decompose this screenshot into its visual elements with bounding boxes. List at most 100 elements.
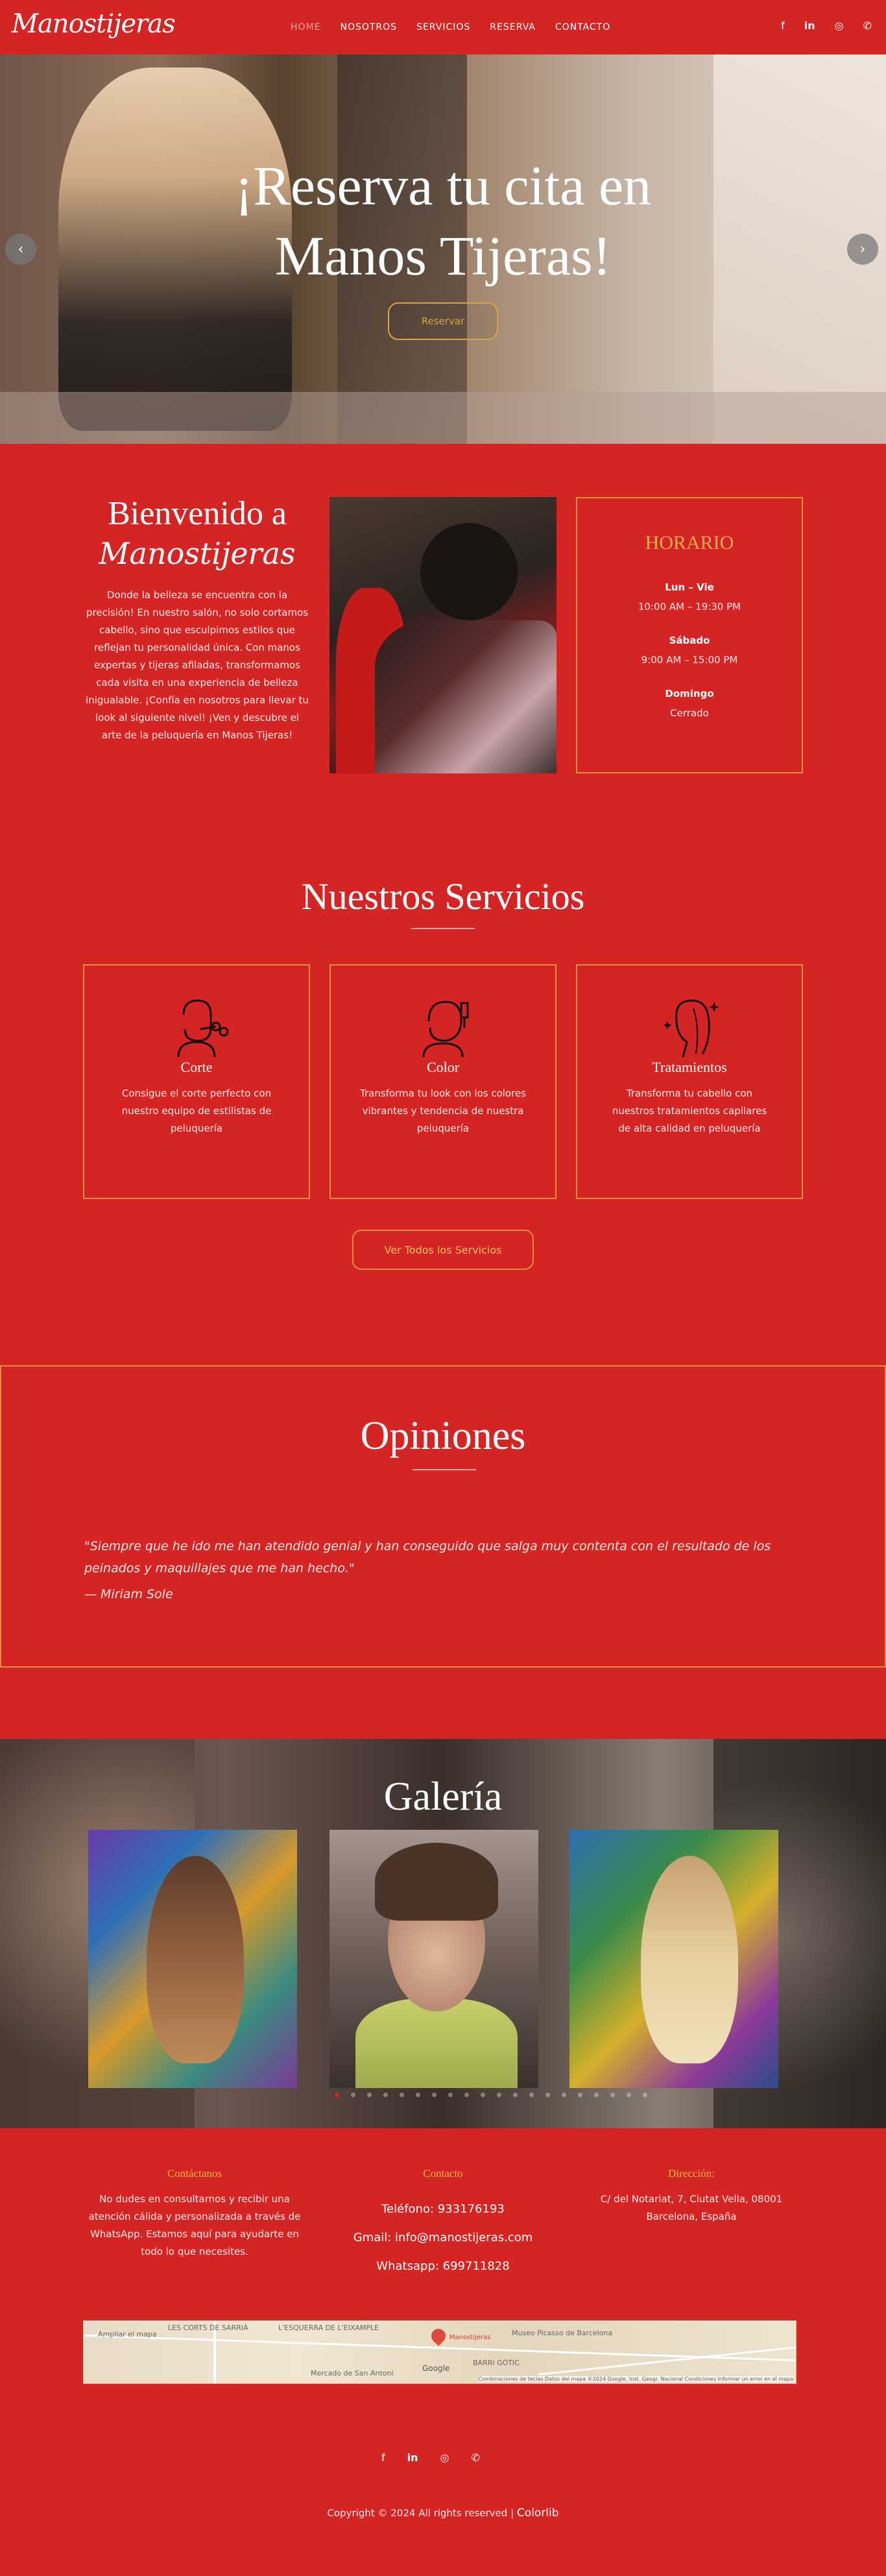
address-text: C/ del Notariat, 7, Ciutat Vella, 08001 … bbox=[600, 2193, 783, 2222]
map-label: Manostijeras bbox=[449, 2334, 491, 2341]
map-pin-icon[interactable] bbox=[428, 2326, 449, 2346]
gallery-dot[interactable] bbox=[610, 2093, 615, 2097]
phone-line[interactable]: Teléfono: 933176193 bbox=[326, 2200, 560, 2219]
instagram-icon[interactable]: ◎ bbox=[440, 2451, 449, 2464]
gallery-dot[interactable] bbox=[432, 2093, 437, 2097]
contact-info-title: Contacto bbox=[423, 2167, 463, 2180]
next-slide-button[interactable]: › bbox=[847, 234, 878, 265]
service-description: Transforma tu look con los colores vibra… bbox=[360, 1088, 526, 1134]
chevron-right-icon: › bbox=[859, 241, 866, 258]
reserve-button[interactable]: Reservar bbox=[388, 302, 498, 340]
instagram-icon[interactable]: ◎ bbox=[835, 19, 844, 32]
gallery-dot[interactable] bbox=[594, 2093, 599, 2097]
whatsapp-line[interactable]: Whatsapp: 699711828 bbox=[326, 2257, 560, 2276]
hero-title: ¡Reserva tu cita en Manos Tijeras! bbox=[162, 151, 724, 291]
gallery-image[interactable] bbox=[329, 1830, 538, 2088]
service-description: Transforma tu cabello con nuestros trata… bbox=[612, 1088, 767, 1134]
gallery-image[interactable] bbox=[569, 1830, 778, 2088]
welcome-section: Bienvenido a Manostijeras Donde la belle… bbox=[0, 444, 886, 807]
map-label: LES CORTS DE SARRIÀ bbox=[168, 2324, 248, 2332]
prev-slide-button[interactable]: ‹ bbox=[5, 234, 36, 265]
contact-us-column: Contáctanos No dudes en consultarnos y r… bbox=[78, 2167, 311, 2261]
gallery-dot[interactable] bbox=[351, 2093, 355, 2097]
nav-servicios[interactable]: SERVICIOS bbox=[416, 22, 470, 32]
opening-hours-card: HORARIO Lun – Vie 10:00 AM – 19:30 PM Sá… bbox=[576, 497, 803, 773]
welcome-text-block: Bienvenido a Manostijeras Donde la belle… bbox=[84, 494, 310, 744]
whatsapp-label: Whatsapp: bbox=[376, 2259, 439, 2273]
whatsapp-value: 699711828 bbox=[442, 2259, 510, 2273]
testimonial-author: — Miriam Sole bbox=[84, 1587, 173, 1601]
gallery-dot[interactable] bbox=[497, 2093, 501, 2097]
testimonial-quote: "Siempre que he ido me han atendido geni… bbox=[84, 1539, 771, 1575]
hours-time: Cerrado bbox=[670, 707, 709, 719]
hours-day: Domingo bbox=[665, 688, 714, 699]
gallery-dot[interactable] bbox=[367, 2093, 372, 2097]
gallery-dot[interactable] bbox=[643, 2093, 647, 2097]
main-nav: HOME NOSOTROS SERVICIOS RESERVA CONTACTO bbox=[291, 22, 610, 32]
colorlib-link[interactable]: Colorlib bbox=[517, 2507, 559, 2520]
hours-title: HORARIO bbox=[645, 532, 734, 553]
gallery-dot[interactable] bbox=[464, 2093, 469, 2097]
gallery-dot[interactable] bbox=[627, 2093, 631, 2097]
linkedin-icon[interactable]: in bbox=[407, 2451, 418, 2464]
service-name: Color bbox=[426, 1059, 460, 1075]
gallery-dot[interactable] bbox=[416, 2093, 420, 2097]
view-all-services-button[interactable]: Ver Todos los Servicios bbox=[352, 1230, 534, 1270]
services-title-underline bbox=[411, 928, 475, 929]
gallery-pagination bbox=[335, 2093, 647, 2097]
email-line[interactable]: Gmail: info@manostijeras.com bbox=[326, 2228, 560, 2248]
hair-color-icon bbox=[422, 1001, 469, 1058]
gallery-dot[interactable] bbox=[545, 2093, 550, 2097]
contact-us-text: No dudes en consultarnos y recibir una a… bbox=[88, 2193, 301, 2257]
service-name: Corte bbox=[180, 1059, 213, 1075]
contact-us-title: Contáctanos bbox=[167, 2167, 222, 2180]
whatsapp-icon[interactable]: ✆ bbox=[471, 2451, 479, 2464]
gallery-dot[interactable] bbox=[562, 2093, 566, 2097]
copyright-text: Copyright © 2024 All rights reserved | bbox=[327, 2507, 514, 2519]
service-card-corte[interactable]: Corte Consigue el corte perfecto con nue… bbox=[83, 964, 310, 1199]
service-description: Consigue el corte perfecto con nuestro e… bbox=[121, 1088, 272, 1134]
nav-contacto[interactable]: CONTACTO bbox=[555, 22, 610, 32]
facebook-icon[interactable]: f bbox=[381, 2451, 385, 2464]
gallery-image[interactable] bbox=[88, 1830, 297, 2088]
hours-day: Sábado bbox=[669, 635, 710, 646]
address-column: Dirección: C/ del Notariat, 7, Ciutat Ve… bbox=[575, 2167, 808, 2226]
gallery-dot[interactable] bbox=[400, 2093, 404, 2097]
welcome-signature: Manostijeras bbox=[99, 536, 296, 571]
map-label: Museo Picasso de Barcelona bbox=[512, 2329, 613, 2337]
whatsapp-icon[interactable]: ✆ bbox=[863, 19, 872, 32]
chevron-left-icon: ‹ bbox=[18, 241, 24, 258]
service-card-tratamientos[interactable]: Tratamientos Transforma tu cabello con n… bbox=[576, 964, 803, 1199]
linkedin-icon[interactable]: in bbox=[804, 19, 815, 32]
hero-title-line1: ¡Reserva tu cita en bbox=[234, 154, 652, 217]
nav-nosotros[interactable]: NOSOTROS bbox=[340, 22, 397, 32]
nav-home[interactable]: HOME bbox=[291, 22, 320, 32]
logo[interactable]: Manostijeras bbox=[12, 9, 176, 39]
hours-day: Lun – Vie bbox=[665, 581, 714, 593]
address-title: Dirección: bbox=[668, 2167, 715, 2180]
nav-reserva[interactable]: RESERVA bbox=[490, 22, 536, 32]
hair-treatment-icon bbox=[664, 999, 719, 1058]
gallery-dot[interactable] bbox=[448, 2093, 453, 2097]
hours-time: 10:00 AM – 19:30 PM bbox=[638, 601, 741, 613]
welcome-title: Bienvenido a bbox=[108, 495, 287, 532]
gallery-dot[interactable] bbox=[481, 2093, 485, 2097]
gallery-dot[interactable] bbox=[578, 2093, 582, 2097]
gallery-dot[interactable] bbox=[335, 2093, 339, 2097]
service-card-color[interactable]: Color Transforma tu look con los colores… bbox=[329, 964, 557, 1199]
google-map[interactable]: Ampliar el mapa LES CORTS DE SARRIÀ L'ES… bbox=[83, 2320, 796, 2384]
gallery-section: Galería bbox=[0, 1739, 886, 2128]
map-attribution: Combinaciones de teclas Datos del mapa ©… bbox=[478, 2376, 793, 2382]
testimonials-title: Opiniones bbox=[360, 1414, 526, 1458]
welcome-description: Donde la belleza se encuentra con la pre… bbox=[86, 589, 309, 741]
contact-info-column: Contacto Teléfono: 933176193 Gmail: info… bbox=[326, 2167, 560, 2276]
map-enlarge-link[interactable]: Ampliar el mapa bbox=[98, 2330, 157, 2339]
phone-label: Teléfono: bbox=[381, 2202, 435, 2216]
gallery-dot[interactable] bbox=[383, 2093, 388, 2097]
gallery-dot[interactable] bbox=[513, 2093, 518, 2097]
haircut-icon bbox=[177, 999, 229, 1058]
email-label: Gmail: bbox=[353, 2231, 392, 2244]
facebook-icon[interactable]: f bbox=[781, 19, 785, 32]
hero-title-line2: Manos Tijeras! bbox=[274, 225, 612, 287]
gallery-dot[interactable] bbox=[529, 2093, 534, 2097]
